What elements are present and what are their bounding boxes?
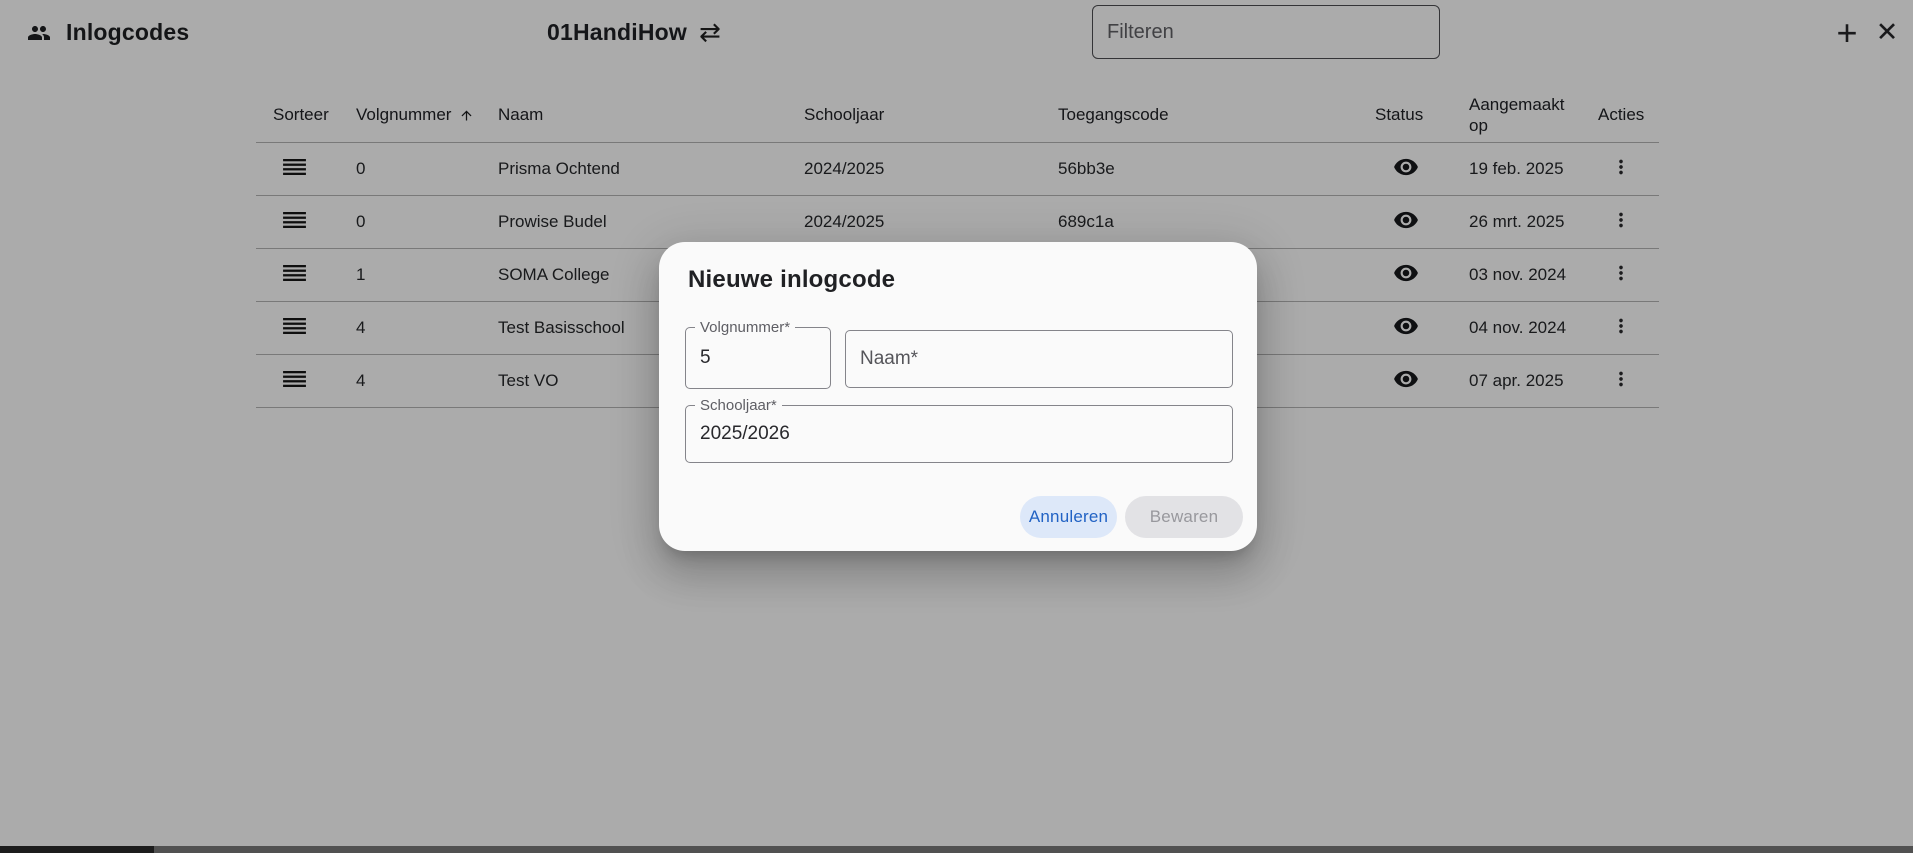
naam-field — [845, 330, 1233, 388]
naam-input[interactable] — [846, 331, 1232, 387]
schooljaar-field: Schooljaar* — [685, 397, 1233, 463]
dialog-title: Nieuwe inlogcode — [688, 266, 896, 293]
volgnummer-input[interactable] — [686, 328, 830, 388]
app-root: Inlogcodes 01HandiHow ⇄ + ✕ Sorteer — [0, 0, 1913, 853]
volgnummer-field-label: Volgnummer* — [695, 319, 796, 337]
schooljaar-field-label: Schooljaar* — [695, 397, 782, 415]
new-inlogcode-dialog: Nieuwe inlogcode Volgnummer* Schooljaar*… — [659, 242, 1257, 551]
volgnummer-field: Volgnummer* — [685, 319, 831, 389]
cancel-button[interactable]: Annuleren — [1020, 496, 1117, 538]
save-button[interactable]: Bewaren — [1125, 496, 1243, 538]
